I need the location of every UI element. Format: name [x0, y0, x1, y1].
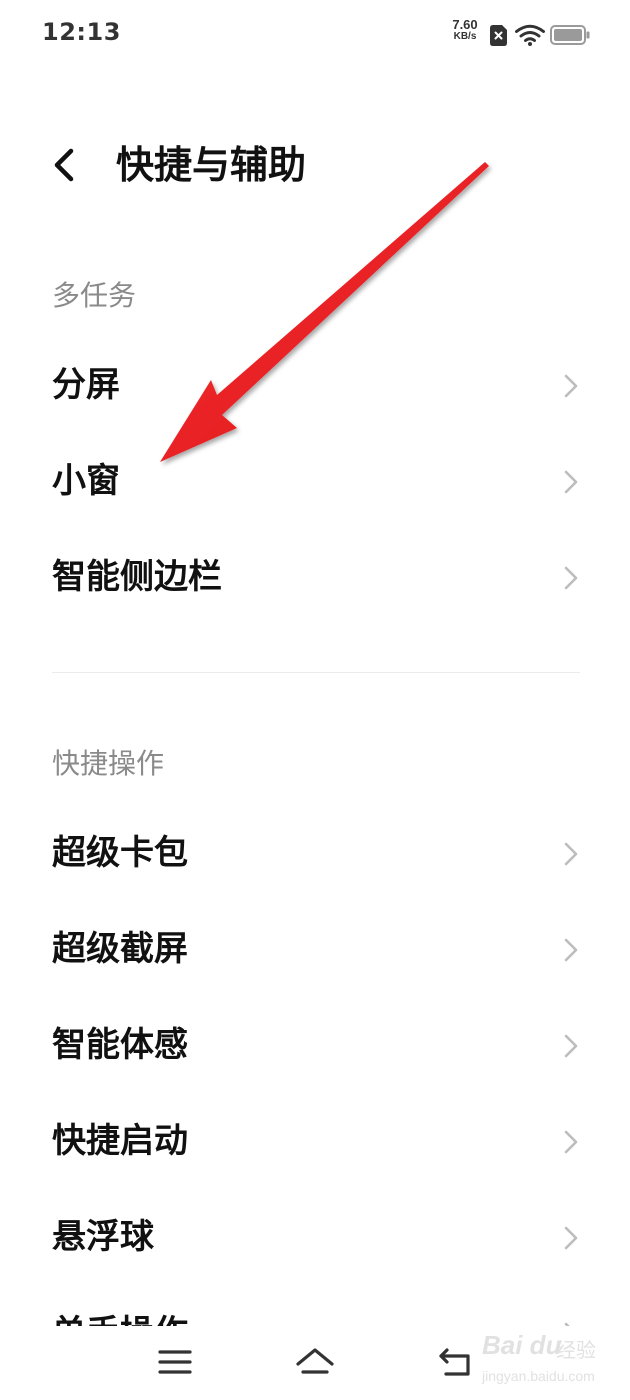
menu-icon[interactable]	[153, 1342, 197, 1382]
list-item-super-card-wallet[interactable]: 超级卡包	[0, 806, 630, 902]
list-item-label: 超级卡包	[52, 833, 188, 873]
chevron-right-icon	[564, 374, 578, 398]
list-item-one-hand-mode[interactable]: 单手操作	[0, 1286, 630, 1326]
list-item-quick-launch[interactable]: 快捷启动	[0, 1094, 630, 1190]
chevron-right-icon	[564, 1034, 578, 1058]
list-item-label: 超级截屏	[52, 929, 188, 969]
list-item-label: 悬浮球	[52, 1217, 154, 1257]
baidu-jingyan-watermark: Bai du 经验 jingyan.baidu.com	[470, 1330, 620, 1392]
chevron-right-icon	[564, 1130, 578, 1154]
list-item-small-window[interactable]: 小窗	[0, 434, 630, 530]
chevron-right-icon	[564, 1226, 578, 1250]
home-icon[interactable]	[293, 1342, 337, 1382]
section-divider	[52, 672, 580, 673]
page-title: 快捷与辅助	[116, 143, 307, 187]
list-item-split-screen[interactable]: 分屏	[0, 338, 630, 434]
list-item-label: 单手操作	[52, 1310, 188, 1326]
list-item-label: 智能侧边栏	[52, 557, 222, 597]
chevron-right-icon	[564, 938, 578, 962]
watermark-cn: 经验	[556, 1338, 596, 1362]
content-area: 快捷与辅助 多任务 分屏 小窗 智能侧边栏 快捷操作 超级卡包 超级截屏 智能体…	[0, 0, 630, 1326]
chevron-left-icon	[54, 148, 74, 182]
list-item-label: 快捷启动	[52, 1121, 188, 1161]
list-item-smart-sidebar[interactable]: 智能侧边栏	[0, 530, 630, 626]
watermark-logo: Bai du	[482, 1330, 562, 1360]
section-header-multitask: 多任务	[52, 279, 137, 312]
list-item-smart-motion[interactable]: 智能体感	[0, 998, 630, 1094]
list-item-label: 智能体感	[52, 1025, 188, 1065]
list-item-label: 分屏	[52, 365, 120, 405]
section-header-shortcuts: 快捷操作	[52, 747, 165, 780]
list-item-floating-ball[interactable]: 悬浮球	[0, 1190, 630, 1286]
chevron-right-icon	[564, 470, 578, 494]
watermark-url: jingyan.baidu.com	[482, 1368, 595, 1384]
list-item-label: 小窗	[52, 461, 120, 501]
chevron-right-icon	[564, 842, 578, 866]
back-button[interactable]	[40, 140, 90, 190]
chevron-right-icon	[564, 566, 578, 590]
list-item-super-screenshot[interactable]: 超级截屏	[0, 902, 630, 998]
